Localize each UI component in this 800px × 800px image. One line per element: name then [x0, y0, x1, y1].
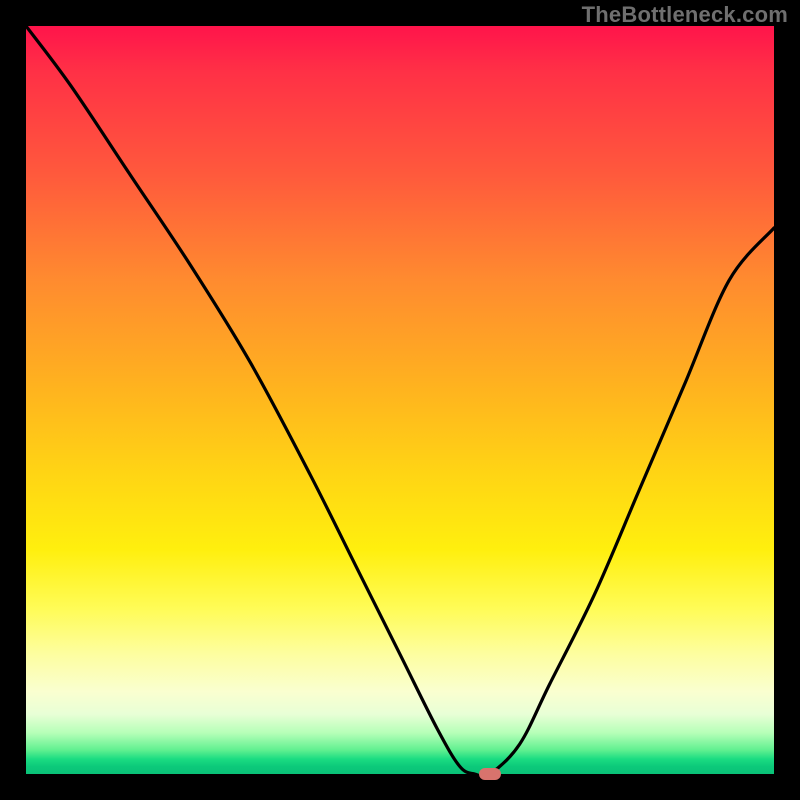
optimum-marker [479, 768, 501, 780]
chart-container: TheBottleneck.com [0, 0, 800, 800]
bottleneck-curve [26, 26, 774, 774]
watermark-text: TheBottleneck.com [582, 2, 788, 28]
